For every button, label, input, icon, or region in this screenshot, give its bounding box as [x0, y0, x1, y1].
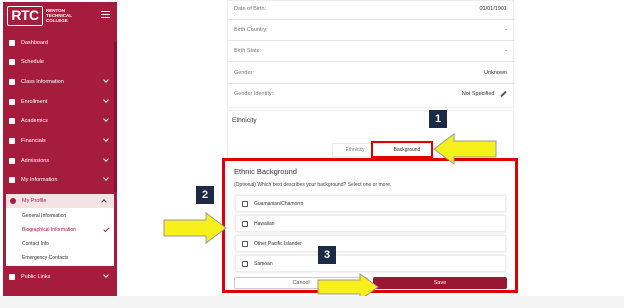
- sidebar-item-label: Admissions: [21, 158, 50, 164]
- chevron-down-icon: [103, 97, 109, 103]
- chevron-down-icon: [103, 116, 109, 122]
- logo-row: RTC RENTON TECHNICAL COLLEGE: [3, 2, 117, 30]
- my-profile-panel: My Profile General Information Biographi…: [6, 194, 114, 266]
- calendar-icon: [9, 59, 15, 65]
- checkbox[interactable]: [242, 241, 248, 247]
- callout-arrow-2: [163, 212, 227, 244]
- callout-number-3: 3: [318, 246, 336, 264]
- option-guamanian-chamorro[interactable]: Guamanian/Chamorro: [235, 195, 506, 212]
- sidebar-item-label: Financials: [21, 138, 46, 144]
- option-other-pacific-islander[interactable]: Other Pacific Islander: [235, 235, 506, 252]
- field-value: -: [505, 27, 507, 33]
- chevron-down-icon: [103, 136, 109, 142]
- sidebar-scrollbar[interactable]: [114, 42, 117, 192]
- college-logo[interactable]: RTC: [7, 6, 43, 26]
- page-footer-strip: [0, 296, 624, 308]
- field-label: Birth State:: [234, 48, 262, 54]
- option-samoan[interactable]: Samoan: [235, 255, 506, 272]
- sidebar-item-financials[interactable]: Financials: [3, 133, 117, 149]
- sidebar-item-dashboard[interactable]: Dashboard: [3, 35, 117, 51]
- field-date-of-birth: Date of Birth: 01/01/1901: [228, 0, 515, 20]
- field-birth-country: Birth Country: -: [228, 20, 515, 41]
- book-icon: [9, 79, 15, 85]
- sidebar-item-public-links[interactable]: Public Links: [3, 269, 117, 285]
- sidebar-item-academics[interactable]: Academics: [3, 113, 117, 129]
- edit-pencil-icon[interactable]: [500, 90, 507, 97]
- checkbox[interactable]: [242, 261, 248, 267]
- chevron-down-icon: [103, 175, 109, 181]
- sidebar-item-admissions[interactable]: Admissions: [3, 153, 117, 169]
- field-gender: Gender: Unknown: [228, 63, 515, 84]
- sidebar-subitem-biographical-information[interactable]: Biographical Information: [6, 223, 114, 237]
- sidebar-item-label: My Information: [21, 177, 58, 183]
- option-label: Hawaiian: [254, 221, 275, 227]
- callout-number-1: 1: [429, 110, 447, 128]
- profile-icon: [10, 198, 16, 204]
- wallet-icon: [9, 138, 15, 144]
- sidebar-subitem-contact-info[interactable]: Contact Info: [6, 237, 114, 251]
- chevron-down-icon: [103, 156, 109, 162]
- chevron-down-icon: [103, 77, 109, 83]
- tab-ethnicity[interactable]: Ethnicity: [335, 144, 375, 156]
- field-birth-state: Birth State: -: [228, 41, 515, 62]
- field-label: Gender Identity:: [234, 91, 274, 97]
- field-label: Date of Birth:: [234, 6, 267, 12]
- ethnicity-title: Ethnicity: [232, 117, 257, 124]
- sidebar-item-label: Academics: [21, 118, 48, 124]
- field-value: Unknown: [484, 70, 507, 76]
- chevron-up-icon: [101, 199, 107, 205]
- option-hawaiian[interactable]: Hawaiian: [235, 215, 506, 232]
- sidebar-item-my-profile[interactable]: My Profile: [6, 194, 114, 208]
- sidebar-subitem-emergency-contacts[interactable]: Emergency Contacts: [6, 251, 114, 265]
- home-icon: [9, 40, 15, 46]
- globe-icon: [9, 274, 15, 280]
- checkbox[interactable]: [242, 221, 248, 227]
- sidebar-item-label: Enrollment: [21, 99, 48, 105]
- field-label: Birth Country:: [234, 27, 268, 33]
- sidebar-item-enrollment[interactable]: Enrollment: [3, 94, 117, 110]
- option-label: Guamanian/Chamorro: [254, 201, 304, 207]
- sidebar-item-label: My Profile: [22, 198, 47, 204]
- chevron-down-icon: [103, 272, 109, 278]
- biographical-info-card: Date of Birth: 01/01/1901 Birth Country:…: [227, 0, 515, 108]
- sidebar-item-label: Class Information: [21, 79, 64, 85]
- background-tab-highlight: [371, 141, 433, 158]
- person-icon: [9, 177, 15, 183]
- sidebar: RTC RENTON TECHNICAL COLLEGE Dashboard S…: [3, 2, 117, 296]
- field-value: 01/01/1901: [479, 6, 507, 12]
- checkbox[interactable]: [242, 201, 248, 207]
- field-value: Not Specified: [461, 91, 495, 97]
- graduation-cap-icon: [9, 99, 15, 105]
- sidebar-subitem-general-information[interactable]: General Information: [6, 209, 114, 223]
- callout-number-2: 2: [196, 186, 214, 204]
- save-button[interactable]: Save: [373, 277, 507, 289]
- sidebar-subitem-label: Biographical Information: [22, 227, 76, 233]
- callout-arrow-1: [433, 133, 497, 165]
- sidebar-item-label: Schedule: [21, 59, 44, 65]
- sidebar-item-label: Dashboard: [21, 40, 48, 46]
- field-value: -: [505, 48, 507, 54]
- field-label: Gender:: [234, 70, 254, 76]
- sidebar-item-label: Public Links: [21, 274, 51, 280]
- academics-icon: [9, 118, 15, 124]
- menu-icon[interactable]: [101, 11, 110, 18]
- ethnic-background-instructions: (Optional) Which best describes your bac…: [234, 182, 392, 188]
- sidebar-item-my-information[interactable]: My Information: [3, 172, 117, 188]
- ethnic-background-title: Ethnic Background: [234, 167, 297, 176]
- field-value-wrap: Not Specified: [462, 84, 507, 105]
- option-label: Samoan: [254, 261, 273, 267]
- sidebar-item-schedule[interactable]: Schedule: [3, 54, 117, 70]
- admissions-icon: [9, 158, 15, 164]
- college-name: RENTON TECHNICAL COLLEGE: [46, 8, 72, 23]
- option-label: Other Pacific Islander: [254, 241, 302, 247]
- field-gender-identity: Gender Identity: Not Specified: [228, 84, 515, 105]
- checkmark-icon: [103, 225, 110, 233]
- sidebar-item-class-information[interactable]: Class Information: [3, 74, 117, 90]
